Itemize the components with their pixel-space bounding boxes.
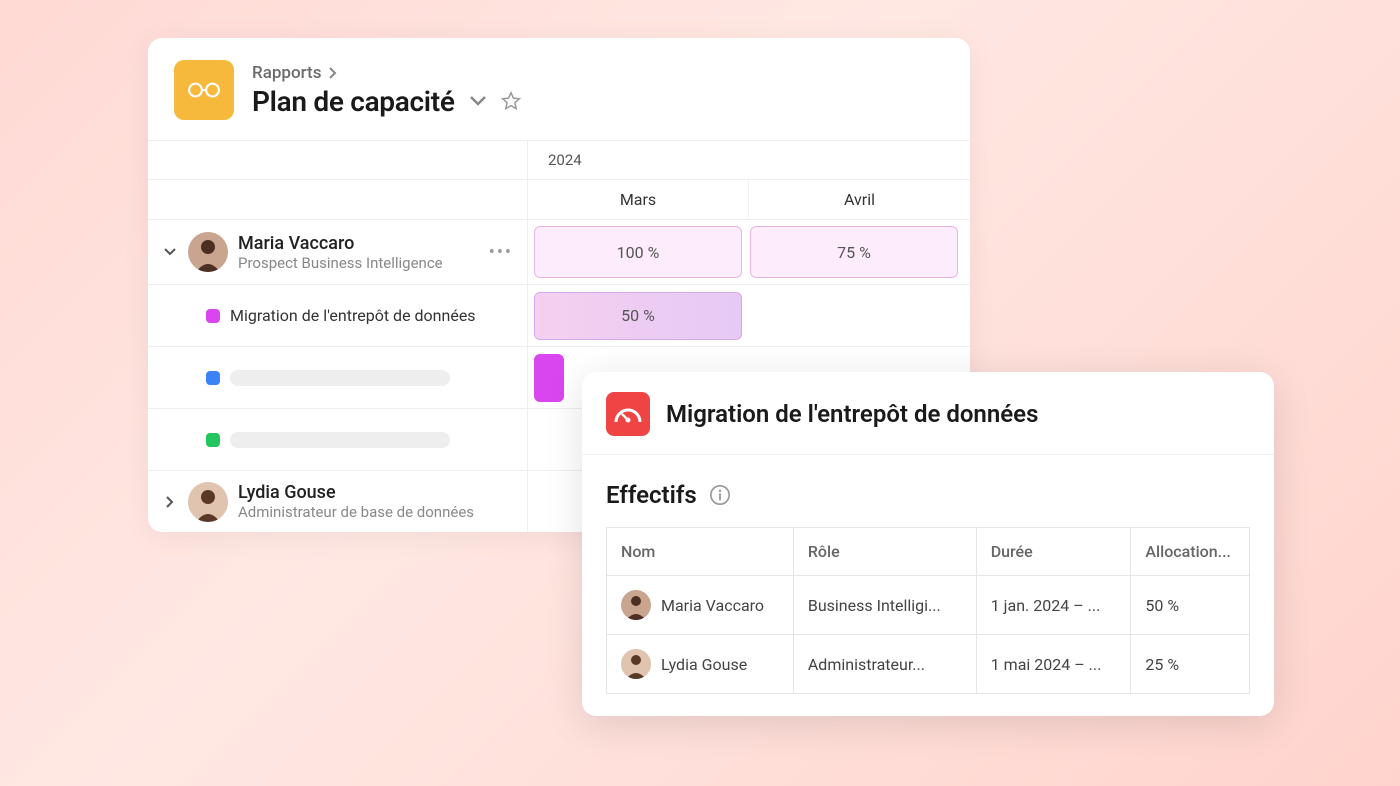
- cell-role: Administrateur...: [793, 635, 976, 694]
- detail-header: Migration de l'entrepôt de données: [582, 372, 1274, 455]
- chevron-down-icon[interactable]: [469, 95, 487, 107]
- cell-nom: Maria Vaccaro: [661, 596, 764, 615]
- task-detail-card: Migration de l'entrepôt de données Effec…: [582, 372, 1274, 716]
- table-header-row: Nom Rôle Durée Allocation...: [607, 528, 1250, 576]
- task-label-placeholder: [230, 370, 450, 386]
- effectifs-table: Nom Rôle Durée Allocation... Maria Vacca…: [606, 527, 1250, 694]
- person-name: Lydia Gouse: [238, 482, 474, 503]
- chevron-right-icon: [329, 67, 337, 79]
- col-alloc[interactable]: Allocation...: [1131, 528, 1250, 576]
- avatar: [188, 232, 228, 272]
- collapse-icon[interactable]: [162, 248, 178, 256]
- cell-duree: 1 mai 2024 – ...: [976, 635, 1131, 694]
- col-role[interactable]: Rôle: [793, 528, 976, 576]
- breadcrumb[interactable]: Rapports: [252, 63, 521, 83]
- col-nom[interactable]: Nom: [607, 528, 794, 576]
- person-role: Prospect Business Intelligence: [238, 254, 443, 272]
- table-row[interactable]: Maria Vaccaro Business Intelligi... 1 ja…: [607, 576, 1250, 635]
- task-row[interactable]: Migration de l'entrepôt de données 50 %: [148, 284, 970, 346]
- glasses-icon: [187, 80, 221, 100]
- task-label: Migration de l'entrepôt de données: [230, 306, 476, 325]
- cell-nom: Lydia Gouse: [661, 655, 747, 674]
- app-icon: [174, 60, 234, 120]
- cell-role: Business Intelligi...: [793, 576, 976, 635]
- month-header: Avril: [749, 180, 970, 219]
- task-bar[interactable]: [534, 354, 564, 402]
- avatar: [188, 482, 228, 522]
- avatar: [621, 649, 651, 679]
- avatar: [621, 590, 651, 620]
- person-name: Maria Vaccaro: [238, 233, 443, 254]
- task-color-dot: [206, 309, 220, 323]
- cell-alloc: 50 %: [1131, 576, 1250, 635]
- month-header: Mars: [528, 180, 749, 219]
- allocation-bar[interactable]: 75 %: [750, 226, 958, 278]
- star-icon[interactable]: [501, 91, 521, 111]
- breadcrumb-label: Rapports: [252, 63, 321, 83]
- task-color-dot: [206, 433, 220, 447]
- more-icon[interactable]: •••: [489, 242, 513, 263]
- task-label-placeholder: [230, 432, 450, 448]
- task-bar[interactable]: 50 %: [534, 292, 742, 340]
- col-duree[interactable]: Durée: [976, 528, 1131, 576]
- task-color-dot: [206, 371, 220, 385]
- person-role: Administrateur de base de données: [238, 503, 474, 521]
- info-icon[interactable]: [709, 484, 731, 506]
- header: Rapports Plan de capacité: [148, 38, 970, 140]
- person-row[interactable]: Maria Vaccaro Prospect Business Intellig…: [148, 219, 970, 284]
- page-title: Plan de capacité: [252, 85, 455, 118]
- detail-title: Migration de l'entrepôt de données: [666, 400, 1038, 428]
- table-row[interactable]: Lydia Gouse Administrateur... 1 mai 2024…: [607, 635, 1250, 694]
- gauge-icon: [606, 392, 650, 436]
- section-title: Effectifs: [606, 481, 697, 509]
- allocation-bar[interactable]: 100 %: [534, 226, 742, 278]
- cell-alloc: 25 %: [1131, 635, 1250, 694]
- expand-icon[interactable]: [162, 496, 178, 508]
- cell-duree: 1 jan. 2024 – ...: [976, 576, 1131, 635]
- year-label: 2024: [528, 141, 970, 179]
